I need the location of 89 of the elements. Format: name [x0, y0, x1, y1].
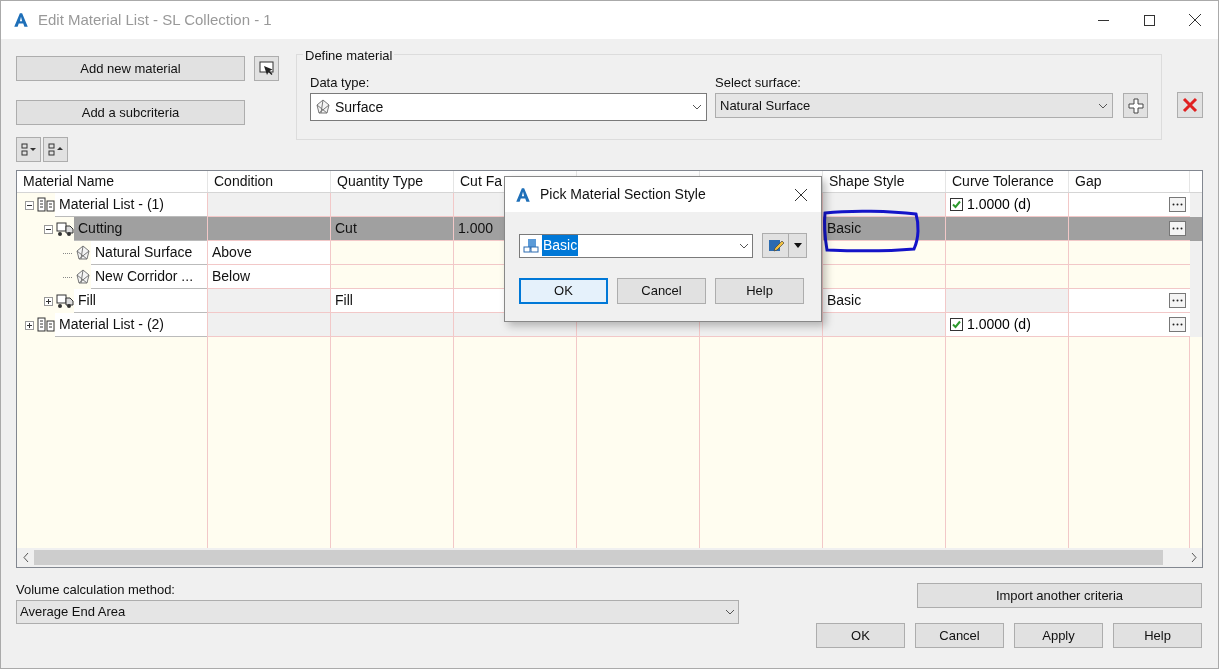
material-list-icon [37, 197, 55, 213]
edit-pencil-icon [767, 237, 784, 254]
curve-tolerance-text: 1.0000 (d) [967, 195, 1031, 214]
surface-icon [75, 245, 91, 261]
caret-icon [793, 243, 802, 248]
field-label: Select surface: [715, 74, 802, 92]
condition-text: Above [208, 241, 331, 265]
chevron-down-icon [1098, 102, 1108, 109]
volume-method-dropdown[interactable]: Average End Area [16, 600, 739, 624]
collapse-all-icon [47, 142, 64, 157]
surface-icon [315, 99, 331, 115]
import-criteria-button[interactable]: Import another criteria [917, 583, 1202, 608]
column-header[interactable]: Cut Fa [460, 171, 502, 192]
add-surface-button[interactable] [1123, 93, 1148, 118]
material-name[interactable]: Material List - (1) [55, 193, 207, 217]
material-name[interactable]: New Corridor ... [91, 265, 207, 289]
material-name[interactable]: Cutting [74, 217, 207, 241]
column-header[interactable]: Gap [1075, 171, 1102, 192]
row-end-strip [1190, 241, 1202, 265]
shape-style-text: Basic [823, 217, 946, 241]
dialog-title: Pick Material Section Style [540, 185, 706, 204]
quantity-type-text: Fill [331, 289, 454, 313]
window-title: Edit Material List - SL Collection - 1 [38, 9, 272, 30]
style-icon [523, 237, 539, 254]
pick-from-drawing-button[interactable] [254, 56, 279, 81]
field-label: Data type: [310, 74, 371, 92]
checkbox[interactable] [950, 198, 963, 211]
condition-text: Below [208, 265, 331, 289]
ellipsis-icon [1172, 323, 1183, 326]
app-logo-icon [514, 185, 532, 204]
column-header[interactable]: Condition [214, 171, 274, 192]
chevron-down-icon [692, 104, 702, 110]
material-name[interactable]: Material List - (2) [55, 313, 207, 337]
expand-all-button[interactable] [16, 137, 41, 162]
add-material-button[interactable]: Add new material [16, 56, 245, 81]
ellipsis-button[interactable] [1169, 197, 1186, 212]
chevron-down-icon [739, 242, 749, 249]
curve-tolerance-text: 1.0000 (d) [967, 315, 1031, 334]
truck-icon [56, 293, 74, 309]
horizontal-scrollbar[interactable] [17, 548, 1202, 567]
app-logo-icon [12, 11, 30, 29]
data-type-dropdown[interactable]: Surface [310, 93, 707, 121]
dialog-button[interactable]: OK [816, 623, 905, 648]
close-icon[interactable] [795, 188, 807, 201]
dialog-button[interactable]: Cancel [915, 623, 1004, 648]
delete-button[interactable] [1177, 92, 1203, 118]
column-header[interactable]: Material Name [23, 171, 115, 192]
expand-icon[interactable] [25, 320, 34, 330]
row-end-strip [1190, 313, 1202, 337]
dialog-button[interactable]: OK [519, 278, 608, 304]
material-list-icon [37, 317, 55, 333]
scroll-left-icon[interactable] [22, 553, 29, 562]
shape-style-text: Basic [823, 289, 946, 313]
material-name[interactable]: Fill [74, 289, 207, 313]
column-header[interactable]: Shape Style [829, 171, 905, 192]
ellipsis-icon [1172, 203, 1183, 206]
edit-style-button[interactable] [762, 233, 807, 258]
dialog-button[interactable]: Help [1113, 623, 1202, 648]
style-dropdown[interactable]: Basic [519, 233, 753, 258]
dialog-button[interactable]: Apply [1014, 623, 1103, 648]
collapse-icon[interactable] [25, 200, 34, 210]
truck-icon [56, 221, 74, 237]
scroll-right-icon[interactable] [1190, 553, 1197, 562]
ellipsis-button[interactable] [1169, 317, 1186, 332]
pick-cursor-icon [258, 60, 275, 77]
surface-dropdown[interactable]: Natural Surface [715, 93, 1113, 118]
ellipsis-icon [1172, 299, 1183, 302]
add-subcriteria-button[interactable]: Add a subcriteria [16, 100, 245, 125]
column-header[interactable]: Curve Tolerance [952, 171, 1054, 192]
ellipsis-button[interactable] [1169, 293, 1186, 308]
plus-icon [1127, 97, 1144, 114]
row-end-strip [1190, 193, 1202, 217]
material-name[interactable]: Natural Surface [91, 241, 207, 265]
surface-icon [75, 269, 91, 285]
scrollbar-thumb[interactable] [34, 550, 1163, 565]
dialog-button[interactable]: Help [715, 278, 804, 304]
delete-icon [1182, 97, 1198, 113]
ellipsis-button[interactable] [1169, 221, 1186, 236]
collapse-icon[interactable] [44, 224, 53, 234]
chevron-down-icon [725, 609, 735, 615]
expand-all-icon [20, 142, 37, 157]
checkbox[interactable] [950, 318, 963, 331]
quantity-type-text: Cut [331, 217, 454, 241]
collapse-all-button[interactable] [43, 137, 68, 162]
ellipsis-icon [1172, 227, 1183, 230]
expand-icon[interactable] [44, 296, 53, 306]
column-header[interactable]: Quantity Type [337, 171, 424, 192]
dialog-button[interactable]: Cancel [617, 278, 706, 304]
field-label: Volume calculation method: [16, 581, 176, 599]
